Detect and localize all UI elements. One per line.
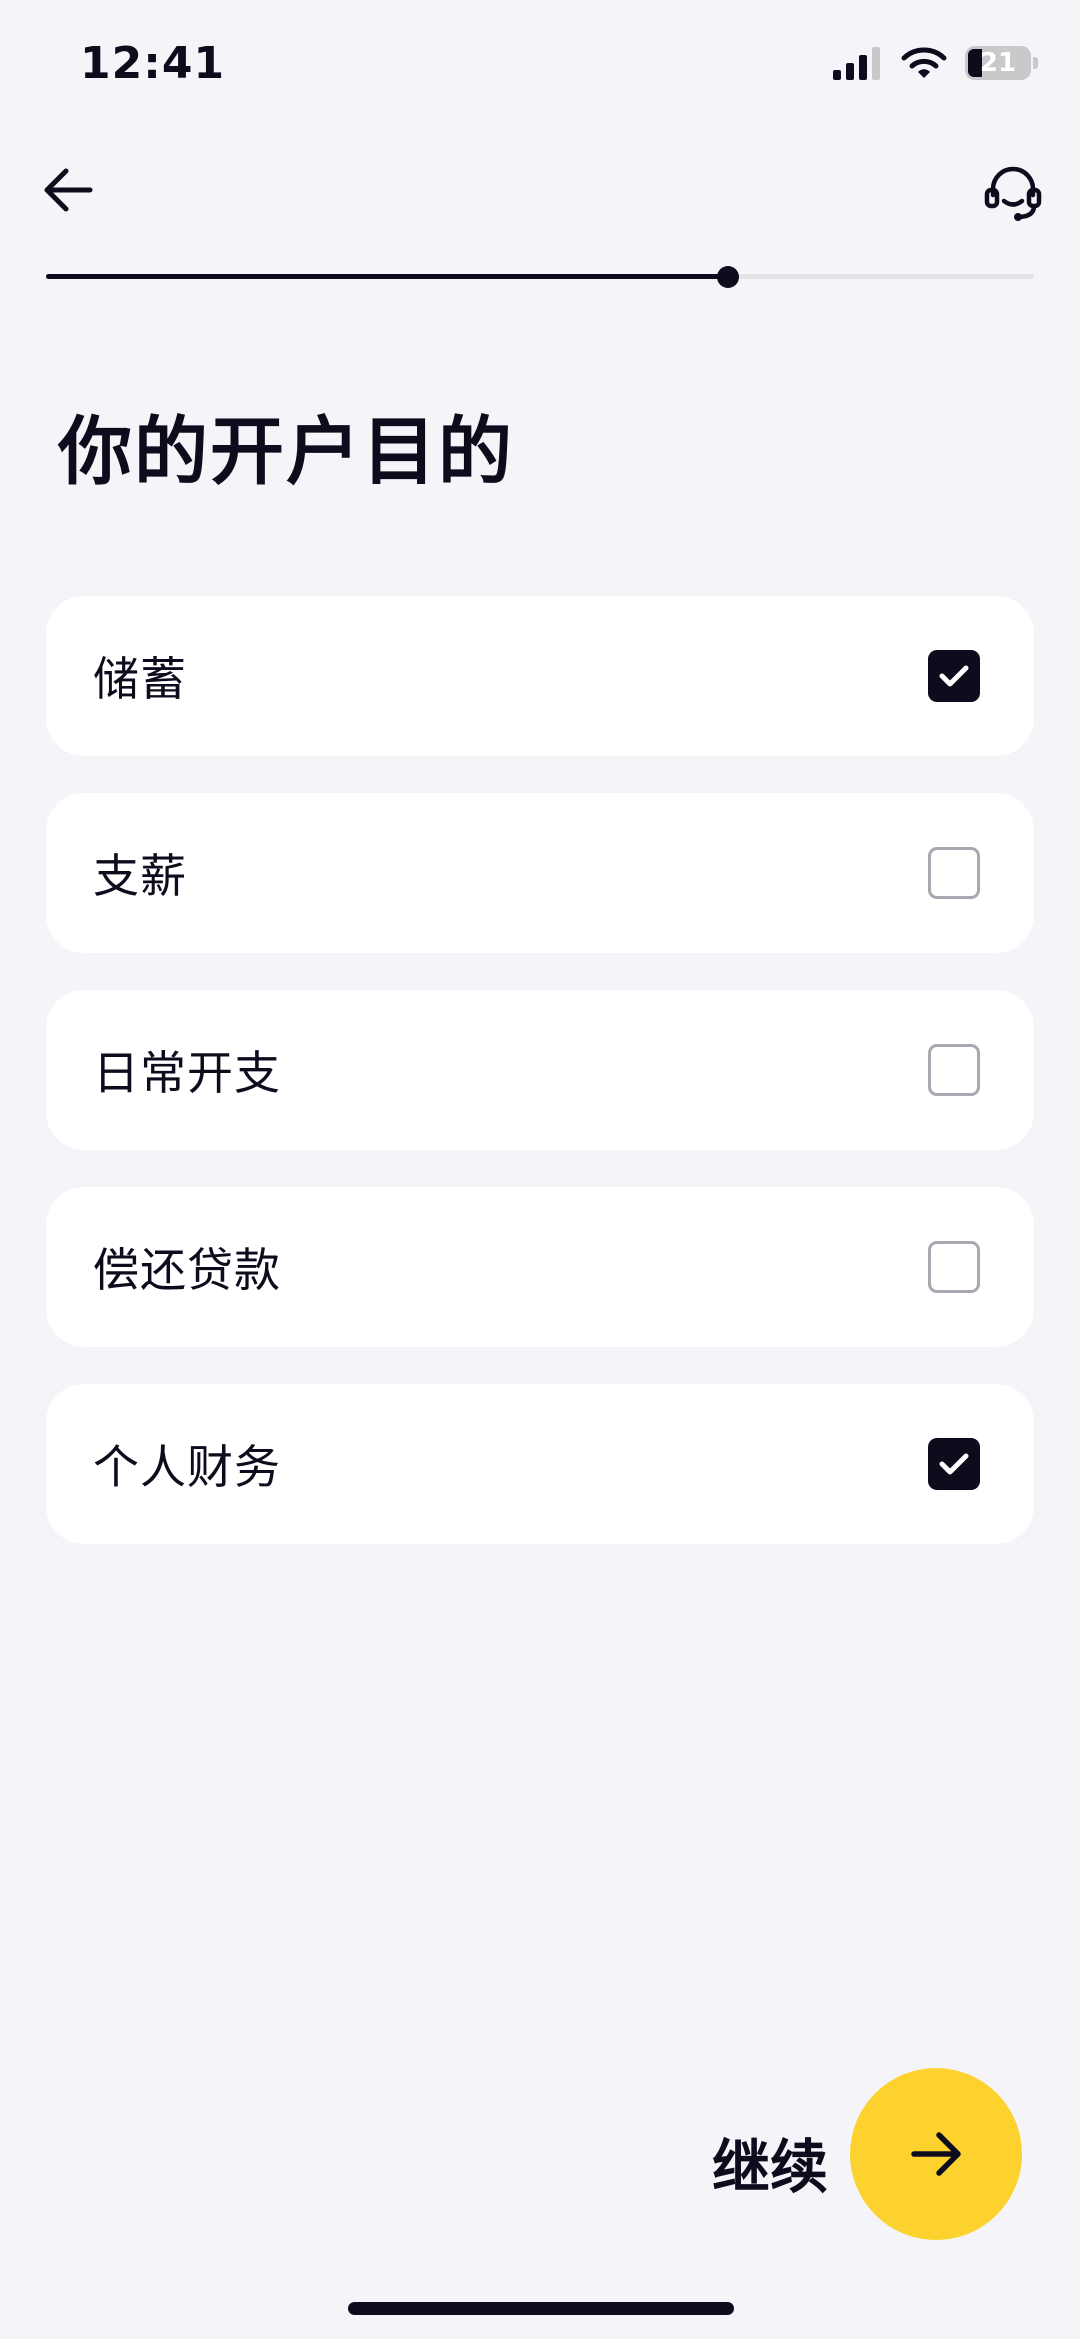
- option-label: 个人财务: [93, 1440, 281, 1494]
- progress-bar: [46, 265, 1034, 288]
- continue-button[interactable]: [850, 2068, 1022, 2240]
- home-indicator: [348, 2302, 734, 2315]
- option-loan-repayment[interactable]: 偿还贷款: [46, 1187, 1034, 1347]
- option-label: 偿还贷款: [93, 1243, 281, 1297]
- checkbox[interactable]: [928, 1438, 980, 1490]
- option-label: 储蓄: [93, 652, 187, 706]
- status-bar: 12:41 21: [0, 0, 1080, 130]
- check-icon: [939, 1453, 969, 1475]
- battery-icon: 21: [965, 46, 1031, 80]
- back-button[interactable]: [36, 158, 100, 222]
- battery-tip: [1033, 57, 1038, 69]
- progress-knob: [716, 265, 739, 288]
- status-icons: 21: [833, 46, 1038, 80]
- continue-label[interactable]: 继续: [712, 2120, 828, 2204]
- headset-icon: [984, 166, 1042, 221]
- support-button[interactable]: [978, 158, 1048, 228]
- battery-level: 21: [979, 48, 1017, 78]
- option-label: 日常开支: [93, 1046, 281, 1100]
- option-salary[interactable]: 支薪: [46, 793, 1034, 953]
- wifi-icon: [901, 47, 947, 78]
- options-list: 储蓄 支薪 日常开支 偿还贷款 个人财务: [46, 596, 1034, 1581]
- arrow-left-icon: [44, 168, 93, 212]
- checkbox[interactable]: [928, 1044, 980, 1096]
- arrow-right-icon: [911, 2132, 961, 2176]
- option-label: 支薪: [93, 849, 187, 903]
- check-icon: [939, 665, 969, 687]
- option-savings[interactable]: 储蓄: [46, 596, 1034, 756]
- signal-icon: [833, 47, 880, 80]
- progress-fill: [46, 274, 728, 279]
- checkbox[interactable]: [928, 1241, 980, 1293]
- option-personal-finance[interactable]: 个人财务: [46, 1384, 1034, 1544]
- checkbox[interactable]: [928, 650, 980, 702]
- page-title: 你的开户目的: [58, 409, 514, 495]
- status-time: 12:41: [80, 38, 226, 89]
- option-daily-expenses[interactable]: 日常开支: [46, 990, 1034, 1150]
- checkbox[interactable]: [928, 847, 980, 899]
